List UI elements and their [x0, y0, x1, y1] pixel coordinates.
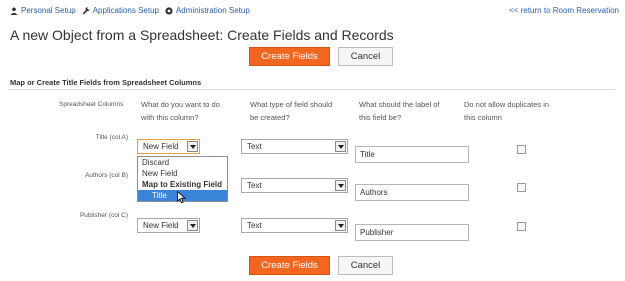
chevron-down-icon	[187, 141, 198, 152]
action-select-title[interactable]: New Field	[137, 139, 200, 154]
dropdown-option-discard[interactable]: Discard	[138, 157, 227, 168]
section-divider	[8, 89, 615, 90]
gear-icon	[165, 6, 173, 15]
col-header-type-line1: What type of field should	[250, 100, 333, 109]
col-header-spreadsheet: Spreadsheet Columns	[59, 101, 124, 108]
section-title: Map or Create Title Fields from Spreadsh…	[10, 78, 202, 87]
col-header-label: What should the label of this field be?	[359, 98, 439, 124]
chevron-down-icon	[335, 180, 346, 191]
nav-administration-setup[interactable]: Administration Setup	[165, 6, 250, 15]
col-header-action: What do you want to do with this column?	[141, 98, 220, 124]
cancel-button[interactable]: Cancel	[338, 47, 393, 66]
setup-nav: Personal Setup Applications Setup Admini…	[10, 6, 250, 15]
type-select-authors-value: Text	[247, 181, 262, 190]
action-select-publisher[interactable]: New Field	[137, 218, 200, 233]
type-select-publisher-value: Text	[247, 221, 262, 230]
dropdown-option-new-field[interactable]: New Field	[138, 168, 227, 179]
dropdown-group-map-existing: Map to Existing Field	[142, 180, 223, 189]
label-input-title[interactable]: Title	[355, 146, 469, 163]
bottom-button-row: Create Fields Cancel	[249, 256, 393, 275]
action-select-title-value: New Field	[143, 142, 179, 151]
label-input-publisher[interactable]: Publisher	[355, 224, 469, 241]
no-duplicates-checkbox-title[interactable]	[517, 145, 526, 154]
col-header-label-line2: this field be?	[359, 113, 402, 122]
chevron-down-icon	[335, 141, 346, 152]
row-label-authors: Authors (col B)	[85, 172, 128, 179]
row-label-publisher: Publisher (col C)	[79, 212, 128, 219]
col-header-label-line1: What should the label of	[359, 100, 440, 109]
user-icon	[10, 7, 18, 15]
label-input-authors[interactable]: Authors	[355, 184, 469, 201]
row-label-title: Title (col A)	[95, 134, 128, 141]
col-header-duplicates-line2: this column	[464, 113, 502, 122]
col-header-action-line1: What do you want to do	[141, 100, 220, 109]
nav-personal-setup[interactable]: Personal Setup	[10, 6, 76, 15]
cancel-button-bottom[interactable]: Cancel	[338, 256, 393, 275]
page-title: A new Object from a Spreadsheet: Create …	[10, 27, 394, 43]
type-select-authors[interactable]: Text	[241, 178, 348, 193]
col-header-duplicates: Do not allow duplicates in this column	[464, 98, 549, 124]
nav-administration-setup-label: Administration Setup	[175, 6, 250, 15]
col-header-action-line2: with this column?	[141, 113, 199, 122]
no-duplicates-checkbox-publisher[interactable]	[517, 222, 526, 231]
return-link[interactable]: << return to Room Reservation	[509, 6, 619, 15]
no-duplicates-checkbox-authors[interactable]	[517, 183, 526, 192]
col-header-type-line2: be created?	[250, 113, 290, 122]
create-fields-button-bottom[interactable]: Create Fields	[249, 256, 330, 275]
col-header-duplicates-line1: Do not allow duplicates in	[464, 100, 550, 109]
type-select-publisher[interactable]: Text	[241, 218, 348, 233]
chevron-down-icon	[335, 220, 346, 231]
nav-personal-setup-label: Personal Setup	[21, 6, 76, 15]
nav-applications-setup-label: Applications Setup	[92, 6, 159, 15]
type-select-title-value: Text	[247, 142, 262, 151]
nav-applications-setup[interactable]: Applications Setup	[82, 6, 159, 15]
create-fields-button[interactable]: Create Fields	[249, 47, 330, 66]
col-header-type: What type of field should be created?	[250, 98, 332, 124]
mouse-pointer-icon	[177, 190, 187, 209]
chevron-down-icon	[187, 220, 198, 231]
wrench-icon	[82, 6, 90, 15]
action-select-publisher-value: New Field	[143, 221, 179, 230]
top-button-row: Create Fields Cancel	[249, 47, 393, 66]
type-select-title[interactable]: Text	[241, 139, 348, 154]
